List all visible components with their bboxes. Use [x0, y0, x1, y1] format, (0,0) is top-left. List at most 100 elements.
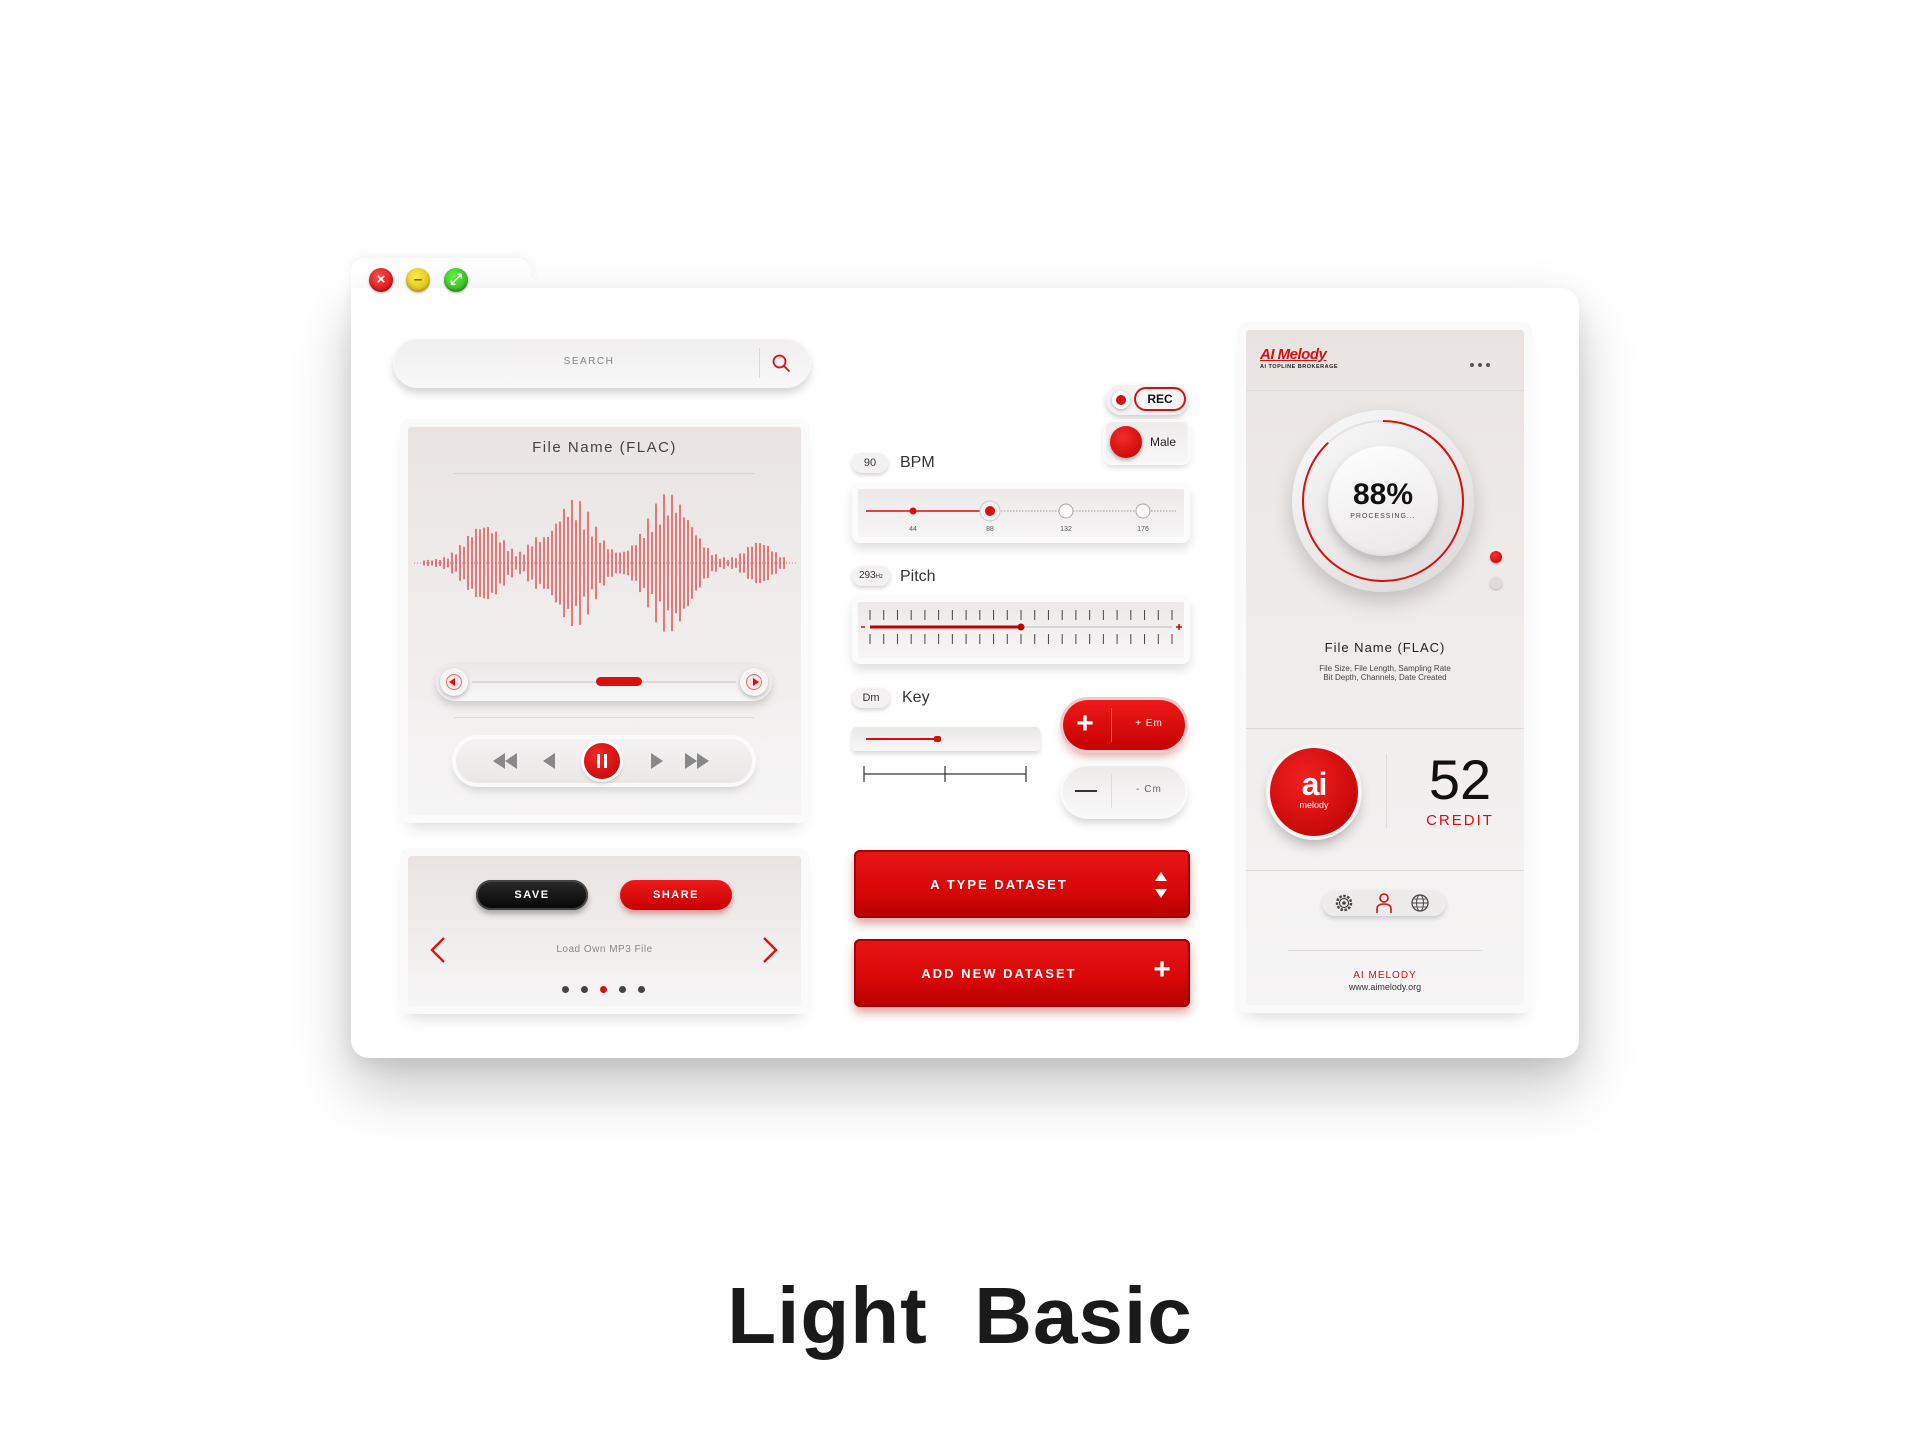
- footer-title: AI MELODY: [1353, 970, 1417, 981]
- bpm-tick-label: 132: [1060, 526, 1072, 533]
- footer-url[interactable]: www.aimelody.org: [1246, 982, 1524, 992]
- load-file-hint: Load Own MP3 File: [556, 944, 653, 955]
- dial-center: 88% PROCESSING...: [1328, 446, 1438, 556]
- progress-value: 88%: [1352, 478, 1414, 511]
- add-dataset-button[interactable]: ADD NEW DATASET +: [854, 939, 1190, 1007]
- search-bar[interactable]: SEARCH: [393, 338, 811, 388]
- plus-icon: +: [1153, 953, 1173, 986]
- save-button[interactable]: SAVE: [476, 880, 588, 910]
- dataset-type-label: A TYPE DATASET: [930, 877, 1068, 892]
- status-dot-active: [1490, 551, 1502, 563]
- rewind-icon[interactable]: [492, 752, 518, 770]
- pause-icon[interactable]: [584, 743, 620, 779]
- user-icon[interactable]: [1374, 892, 1394, 914]
- seek-forward-icon[interactable]: [740, 668, 768, 696]
- bpm-marker: [909, 507, 917, 515]
- more-icon[interactable]: [1470, 354, 1490, 372]
- minimize-window-icon[interactable]: –: [406, 268, 430, 292]
- key-slider[interactable]: [852, 727, 1040, 751]
- share-button[interactable]: SHARE: [620, 880, 732, 910]
- add-dataset-label: ADD NEW DATASET: [921, 966, 1077, 981]
- maximize-window-icon[interactable]: ⤢: [444, 268, 468, 292]
- progress-dial: 88% PROCESSING...: [1292, 410, 1474, 592]
- rec-dot: [1116, 395, 1126, 405]
- player-file-name: File Name (FLAC): [532, 439, 677, 456]
- key-value: Dm: [852, 688, 890, 708]
- prev-icon[interactable]: [542, 752, 556, 770]
- seek-thumb[interactable]: [596, 677, 642, 686]
- voice-label: Male: [1150, 435, 1177, 449]
- key-down-button[interactable]: - Cm: [1063, 766, 1185, 816]
- logo-sub-text: melody: [1299, 800, 1329, 810]
- bpm-tick-label: 176: [1137, 526, 1149, 533]
- fast-forward-icon[interactable]: [684, 752, 710, 770]
- bpm-marker: [1135, 503, 1151, 519]
- pitch-value: 293Hz: [852, 566, 890, 586]
- page-dot[interactable]: [638, 986, 645, 993]
- page-dots: [562, 986, 652, 994]
- control-divider: [454, 717, 754, 718]
- pitch-number: 293: [858, 570, 876, 581]
- logo-main-text: ai: [1301, 766, 1328, 802]
- brand-logo: AI Melody: [1260, 346, 1327, 363]
- rec-toggle[interactable]: REC: [1106, 385, 1188, 415]
- page-dot-active[interactable]: [600, 986, 607, 993]
- page-dot[interactable]: [619, 986, 626, 993]
- credit-value: 52: [1428, 748, 1492, 811]
- bpm-tick-label: 88: [986, 526, 994, 533]
- page-dot[interactable]: [581, 986, 588, 993]
- footer-divider: [1288, 950, 1482, 951]
- sort-icon: [1155, 872, 1167, 898]
- dataset-type-select[interactable]: A TYPE DATASET: [854, 850, 1190, 918]
- waveform: [414, 494, 796, 632]
- page-dot[interactable]: [562, 986, 569, 993]
- bpm-slider[interactable]: 44 88 132 176: [852, 483, 1190, 543]
- pitch-unit: Hz: [875, 574, 884, 580]
- gear-icon[interactable]: [1334, 893, 1354, 913]
- key-slider-fill: [866, 738, 934, 740]
- voice-knob[interactable]: [1110, 426, 1142, 458]
- seek-back-icon[interactable]: [440, 668, 468, 696]
- rec-label: REC: [1136, 389, 1184, 409]
- bpm-tick-label: 44: [909, 526, 917, 533]
- pitch-track: [861, 610, 1182, 644]
- ai-melody-logo-button[interactable]: ai melody: [1270, 748, 1358, 836]
- credit-label: CREDIT: [1426, 812, 1494, 829]
- lower-divider: [1246, 870, 1524, 871]
- globe-icon[interactable]: [1410, 893, 1430, 913]
- caption-title: Light Basic: [727, 1271, 1193, 1360]
- brand-tagline: AI TOPLINE BROKERAGE: [1260, 364, 1339, 370]
- seek-bar[interactable]: [436, 663, 772, 701]
- key-label: Key: [902, 689, 930, 706]
- file-meta-line-1: File Size, File Length, Sampling Rate: [1319, 664, 1451, 673]
- pitch-label: Pitch: [900, 568, 936, 585]
- status-dot-inactive: [1490, 577, 1502, 589]
- plus-icon: +: [1076, 707, 1094, 740]
- key-scale: [863, 766, 1027, 782]
- file-panel: SAVE SHARE Load Own MP3 File: [408, 856, 801, 1006]
- transport-bar: [456, 739, 752, 783]
- file-meta-line-2: Bit Depth, Channels, Date Created: [1323, 673, 1447, 682]
- progress-label: PROCESSING...: [1350, 513, 1416, 520]
- player-panel: File Name (FLAC): [408, 427, 801, 815]
- search-icon[interactable]: [771, 353, 791, 373]
- side-file-name: File Name (FLAC): [1324, 640, 1446, 655]
- title-divider: [454, 473, 754, 474]
- play-icon[interactable]: [650, 752, 664, 770]
- voice-toggle[interactable]: Male: [1106, 422, 1188, 462]
- credit-divider: [1386, 754, 1387, 828]
- search-divider: [759, 348, 760, 378]
- pitch-slider[interactable]: [852, 596, 1190, 664]
- icon-strip: [1322, 890, 1446, 916]
- search-input[interactable]: SEARCH: [393, 356, 785, 367]
- close-window-icon[interactable]: ×: [369, 268, 393, 292]
- key-up-button[interactable]: + + Em: [1063, 700, 1185, 750]
- bpm-marker: [1058, 503, 1074, 519]
- bpm-value: 90: [852, 453, 888, 473]
- bpm-track: [866, 500, 1176, 522]
- key-up-label: + Em: [1135, 718, 1163, 729]
- key-slider-thumb[interactable]: [934, 736, 941, 742]
- mid-divider: [1246, 728, 1524, 729]
- key-down-label: - Cm: [1136, 784, 1162, 795]
- bpm-label: BPM: [900, 454, 935, 471]
